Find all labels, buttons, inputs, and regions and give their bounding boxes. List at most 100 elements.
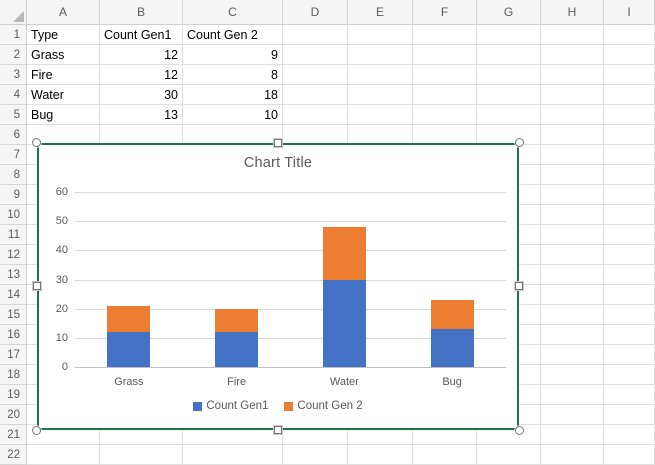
cell-B4[interactable]: 30 — [100, 85, 183, 105]
col-header-B[interactable]: B — [100, 0, 183, 25]
resize-handle-bottom-right[interactable] — [515, 426, 524, 435]
chart-surface[interactable]: Chart Title 0102030405060GrassFireWaterB… — [37, 143, 519, 430]
cell-I3[interactable] — [604, 65, 655, 85]
cell-B1[interactable]: Count Gen1 — [100, 25, 183, 45]
x-tick-label-water[interactable]: Water — [299, 375, 389, 389]
cell-G2[interactable] — [477, 45, 541, 65]
resize-handle-top-right[interactable] — [515, 138, 524, 147]
row-header-7[interactable]: 7 — [0, 145, 27, 165]
cell-I1[interactable] — [604, 25, 655, 45]
bar-bug-series1[interactable] — [431, 329, 474, 367]
cell-H4[interactable] — [541, 85, 604, 105]
cell-C2[interactable]: 9 — [183, 45, 283, 65]
cell-E5[interactable] — [348, 105, 413, 125]
cell-A22[interactable] — [27, 445, 100, 465]
cell-D22[interactable] — [283, 445, 348, 465]
cell-H15[interactable] — [541, 305, 604, 325]
cell-I18[interactable] — [604, 365, 655, 385]
cell-I11[interactable] — [604, 225, 655, 245]
cell-H5[interactable] — [541, 105, 604, 125]
cell-F3[interactable] — [413, 65, 477, 85]
cell-H7[interactable] — [541, 145, 604, 165]
col-header-E[interactable]: E — [348, 0, 413, 25]
cell-C22[interactable] — [183, 445, 283, 465]
row-header-14[interactable]: 14 — [0, 285, 27, 305]
cell-I8[interactable] — [604, 165, 655, 185]
cell-B3[interactable]: 12 — [100, 65, 183, 85]
select-all-button[interactable] — [0, 0, 27, 25]
legend-item-series2[interactable]: Count Gen 2 — [284, 400, 362, 412]
cell-D2[interactable] — [283, 45, 348, 65]
row-header-5[interactable]: 5 — [0, 105, 27, 125]
cell-E2[interactable] — [348, 45, 413, 65]
col-header-D[interactable]: D — [283, 0, 348, 25]
row-header-18[interactable]: 18 — [0, 365, 27, 385]
cell-H6[interactable] — [541, 125, 604, 145]
row-header-10[interactable]: 10 — [0, 205, 27, 225]
cell-I6[interactable] — [604, 125, 655, 145]
cell-E4[interactable] — [348, 85, 413, 105]
row-header-8[interactable]: 8 — [0, 165, 27, 185]
row-header-16[interactable]: 16 — [0, 325, 27, 345]
cell-I12[interactable] — [604, 245, 655, 265]
row-header-12[interactable]: 12 — [0, 245, 27, 265]
cell-I9[interactable] — [604, 185, 655, 205]
row-header-2[interactable]: 2 — [0, 45, 27, 65]
cell-F1[interactable] — [413, 25, 477, 45]
cell-A5[interactable]: Bug — [27, 105, 100, 125]
cell-I15[interactable] — [604, 305, 655, 325]
cell-H2[interactable] — [541, 45, 604, 65]
row-header-19[interactable]: 19 — [0, 385, 27, 405]
resize-handle-top-center[interactable] — [274, 139, 282, 147]
cell-C6[interactable] — [183, 125, 283, 145]
cell-H17[interactable] — [541, 345, 604, 365]
row-header-6[interactable]: 6 — [0, 125, 27, 145]
cell-D3[interactable] — [283, 65, 348, 85]
cell-I7[interactable] — [604, 145, 655, 165]
cell-B6[interactable] — [100, 125, 183, 145]
bar-bug-series2[interactable] — [431, 300, 474, 329]
cell-B22[interactable] — [100, 445, 183, 465]
cell-H21[interactable] — [541, 425, 604, 445]
cell-G5[interactable] — [477, 105, 541, 125]
resize-handle-middle-left[interactable] — [33, 282, 41, 290]
cell-F6[interactable] — [413, 125, 477, 145]
resize-handle-bottom-left[interactable] — [32, 426, 41, 435]
cell-B5[interactable]: 13 — [100, 105, 183, 125]
cell-B2[interactable]: 12 — [100, 45, 183, 65]
cell-F22[interactable] — [413, 445, 477, 465]
resize-handle-middle-right[interactable] — [515, 282, 523, 290]
cell-G6[interactable] — [477, 125, 541, 145]
cell-G22[interactable] — [477, 445, 541, 465]
cell-H12[interactable] — [541, 245, 604, 265]
cell-I2[interactable] — [604, 45, 655, 65]
cell-E22[interactable] — [348, 445, 413, 465]
cell-F4[interactable] — [413, 85, 477, 105]
cell-C5[interactable]: 10 — [183, 105, 283, 125]
cell-F2[interactable] — [413, 45, 477, 65]
row-header-15[interactable]: 15 — [0, 305, 27, 325]
cell-A1[interactable]: Type — [27, 25, 100, 45]
col-header-G[interactable]: G — [477, 0, 541, 25]
cell-H1[interactable] — [541, 25, 604, 45]
cell-I4[interactable] — [604, 85, 655, 105]
cell-I21[interactable] — [604, 425, 655, 445]
legend-item-series1[interactable]: Count Gen1 — [193, 400, 268, 412]
resize-handle-top-left[interactable] — [32, 138, 41, 147]
cell-C3[interactable]: 8 — [183, 65, 283, 85]
cell-E3[interactable] — [348, 65, 413, 85]
row-header-13[interactable]: 13 — [0, 265, 27, 285]
cell-H16[interactable] — [541, 325, 604, 345]
cell-G4[interactable] — [477, 85, 541, 105]
row-header-20[interactable]: 20 — [0, 405, 27, 425]
row-header-1[interactable]: 1 — [0, 25, 27, 45]
cell-H3[interactable] — [541, 65, 604, 85]
cell-H10[interactable] — [541, 205, 604, 225]
col-header-F[interactable]: F — [413, 0, 477, 25]
cell-D1[interactable] — [283, 25, 348, 45]
cell-E1[interactable] — [348, 25, 413, 45]
cell-I10[interactable] — [604, 205, 655, 225]
bar-fire-series1[interactable] — [215, 332, 258, 367]
cell-A4[interactable]: Water — [27, 85, 100, 105]
cell-H14[interactable] — [541, 285, 604, 305]
